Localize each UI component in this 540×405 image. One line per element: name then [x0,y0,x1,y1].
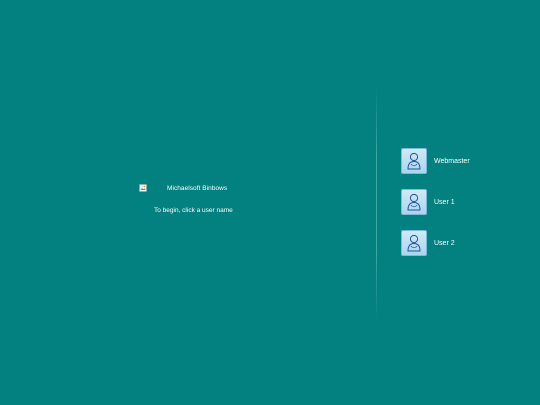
user-list: Webmaster User 1 User 2 [401,147,531,270]
user-item-user-1[interactable]: User 1 [401,188,531,216]
user-name[interactable]: User 1 [434,199,455,206]
vertical-divider [376,88,377,320]
login-instruction: To begin, click a user name [154,207,233,214]
user-avatar-icon[interactable] [401,148,427,174]
user-avatar-icon[interactable] [401,189,427,215]
user-name[interactable]: Webmaster [434,158,470,165]
broken-image-icon [139,184,147,192]
user-name[interactable]: User 2 [434,240,455,247]
user-item-webmaster[interactable]: Webmaster [401,147,531,175]
user-avatar-icon[interactable] [401,230,427,256]
brand-block: Michaelsoft Binbows [139,183,319,193]
login-screen: Michaelsoft Binbows To begin, click a us… [0,0,540,405]
brand-row: Michaelsoft Binbows [139,183,319,193]
brand-name: Michaelsoft Binbows [167,184,228,192]
user-item-user-2[interactable]: User 2 [401,229,531,257]
